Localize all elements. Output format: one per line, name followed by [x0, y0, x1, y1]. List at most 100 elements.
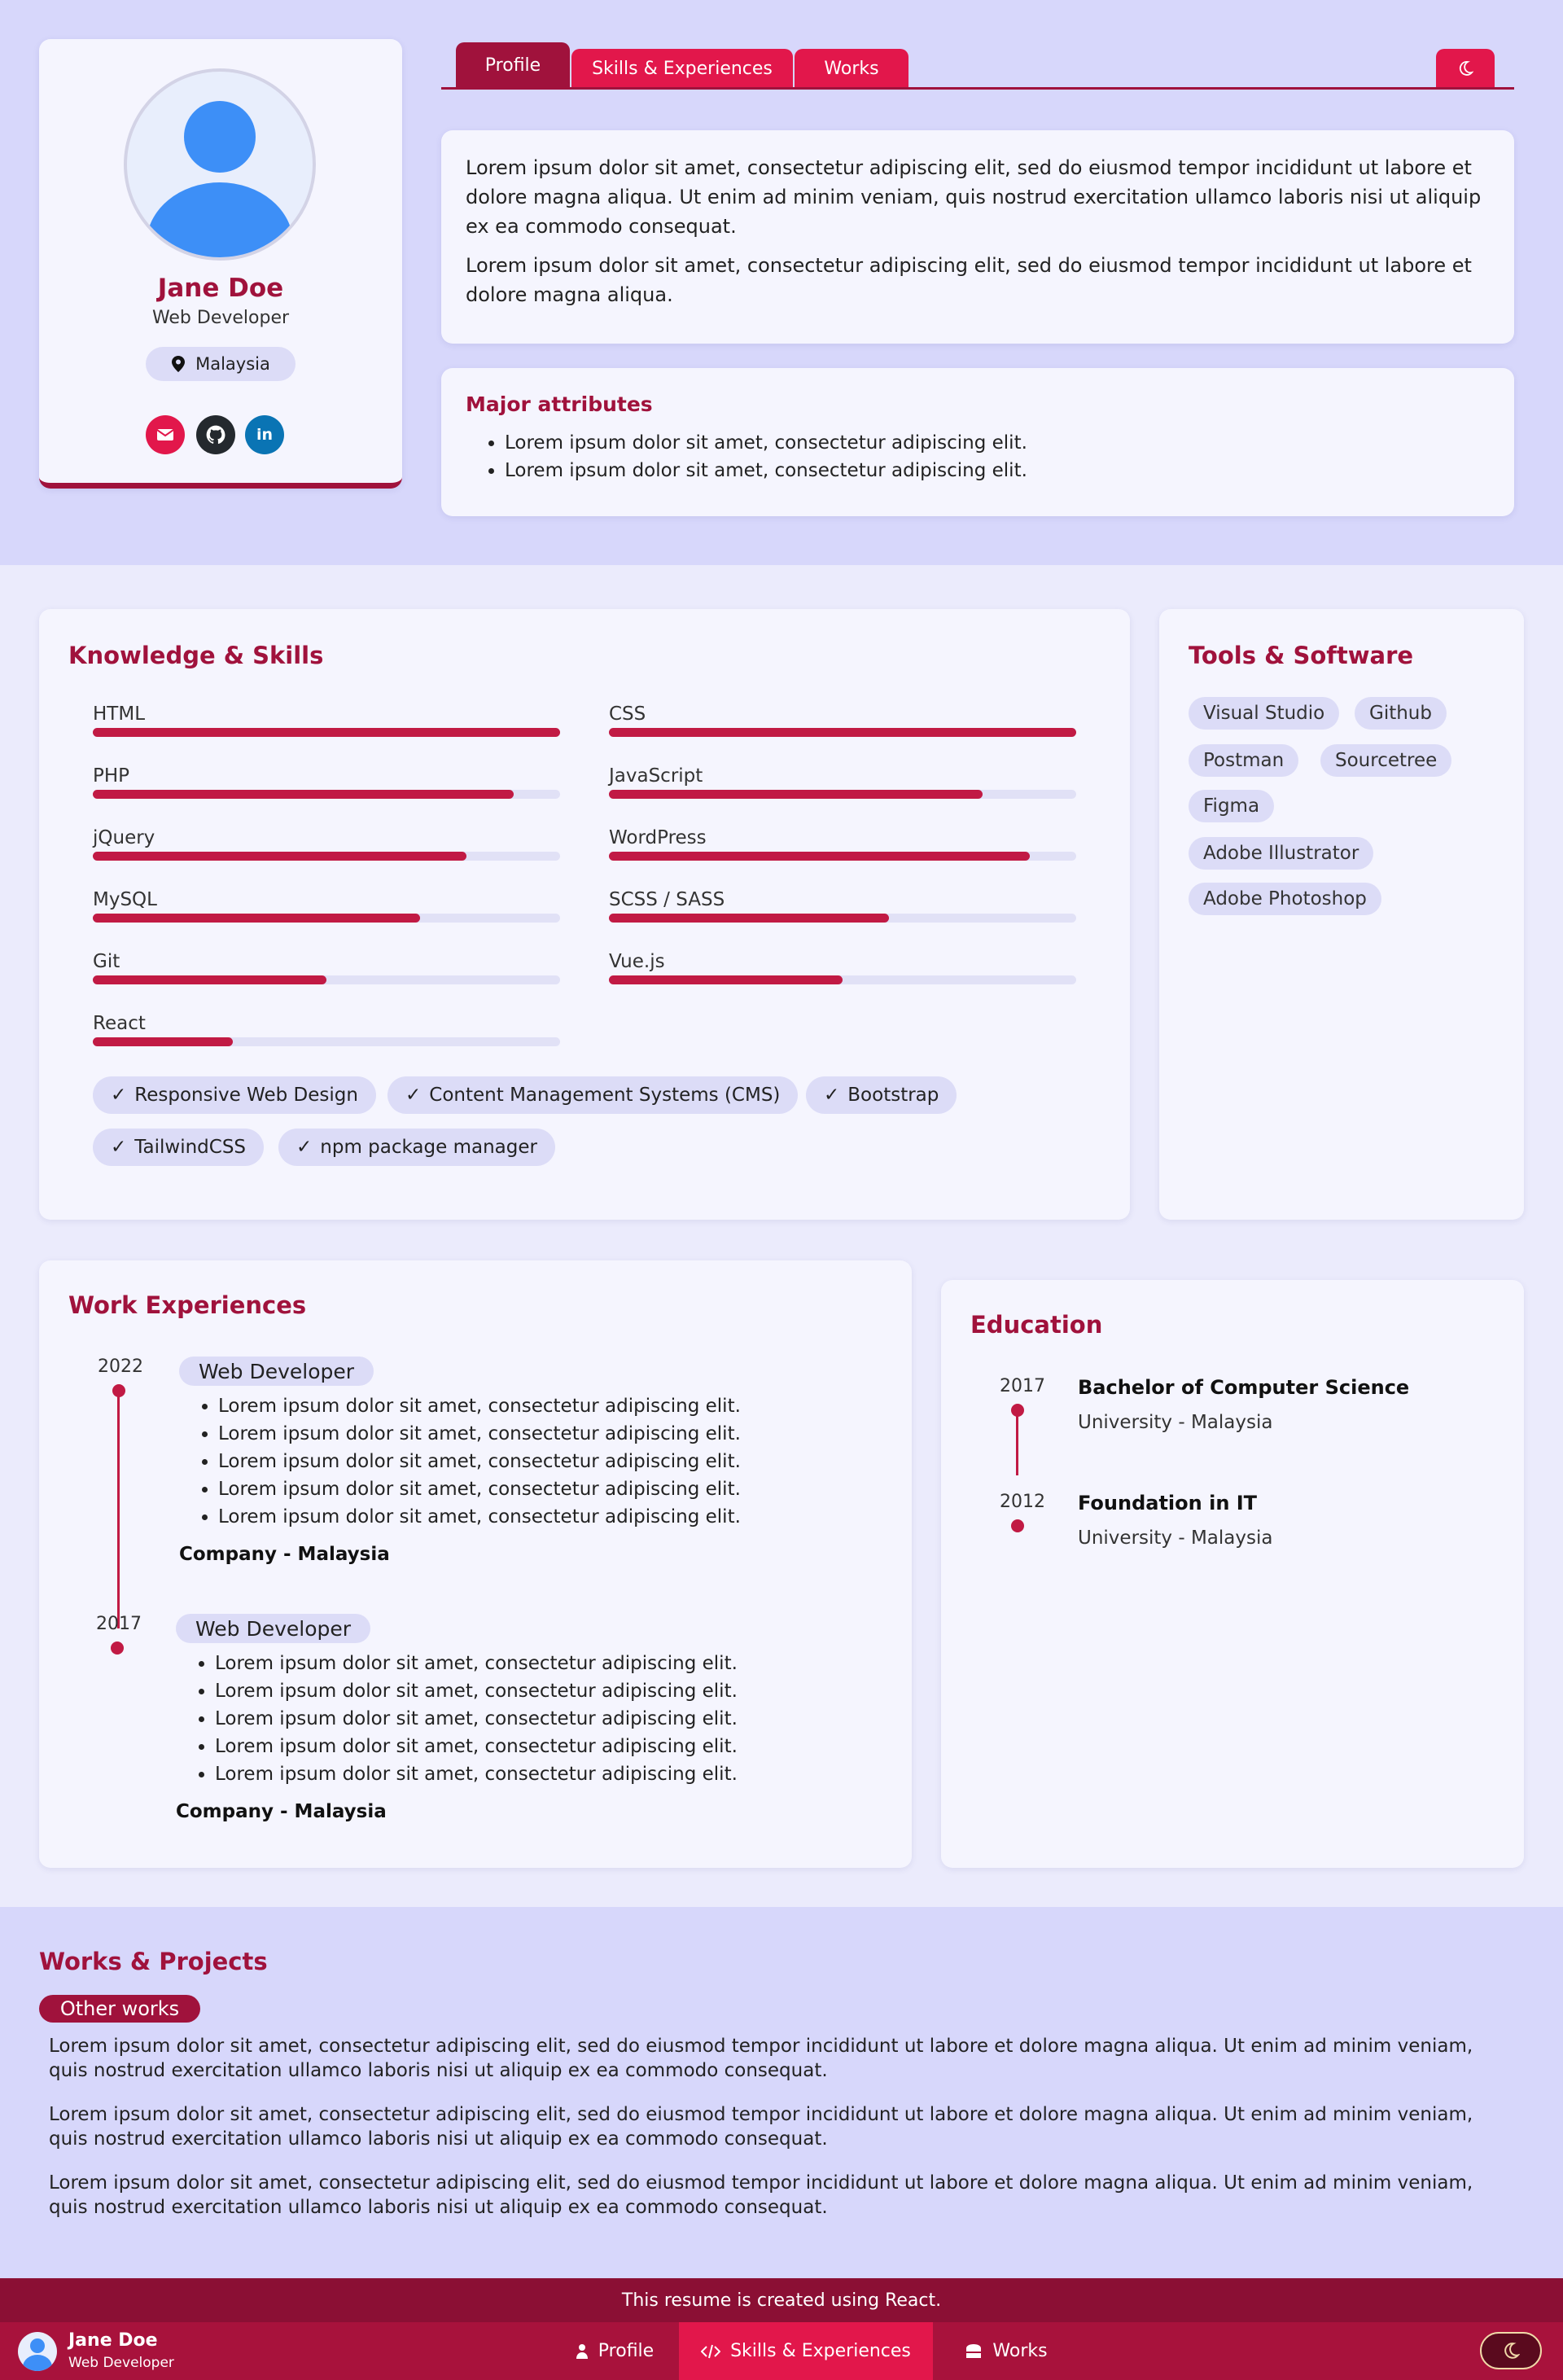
tabs-divider: [441, 87, 1514, 90]
tool-tag: Postman: [1189, 744, 1299, 777]
skill-track: [609, 852, 1076, 861]
tab-works[interactable]: Works: [795, 49, 908, 88]
linkedin-icon[interactable]: in: [245, 415, 284, 454]
skill-jquery: jQuery: [93, 827, 560, 861]
location-pin-icon: [172, 356, 186, 372]
github-icon[interactable]: [196, 415, 235, 454]
footer-role: Web Developer: [68, 2355, 174, 2371]
nav-label: Skills & Experiences: [730, 2341, 911, 2361]
tool-tag: Sourcetree: [1320, 744, 1452, 777]
profile-name: Jane Doe: [157, 274, 284, 303]
chip-label: Responsive Web Design: [134, 1085, 358, 1106]
works-paragraph: Lorem ipsum dolor sit amet, consectetur …: [49, 2036, 1473, 2081]
skill-fill: [609, 852, 1030, 861]
work-title: Work Experiences: [68, 1291, 307, 1319]
skill-chip: ✓ Responsive Web Design: [93, 1076, 376, 1114]
skill-wordpress: WordPress: [609, 827, 1076, 861]
job-title: Web Developer: [179, 1357, 374, 1386]
nav-label: Profile: [598, 2341, 655, 2361]
tab-profile[interactable]: Profile: [456, 42, 570, 88]
skill-fill: [609, 914, 890, 923]
job-year: 2017: [96, 1614, 142, 1634]
job-year: 2022: [98, 1357, 143, 1377]
profile-role: Web Developer: [151, 308, 290, 328]
cap-icon: [966, 2343, 982, 2358]
edu-year: 2012: [1000, 1492, 1045, 1512]
avatar-body: [23, 2355, 52, 2371]
skill-fill: [93, 728, 560, 737]
theme-toggle-button[interactable]: [1480, 2332, 1542, 2369]
nav-works[interactable]: Works: [933, 2322, 1079, 2380]
attributes-list: Lorem ipsum dolor sit amet, consectetur …: [466, 429, 1490, 484]
avatar-head: [184, 101, 256, 173]
list-item: Lorem ipsum dolor sit amet, consectetur …: [215, 1677, 738, 1705]
works-title: Works & Projects: [39, 1948, 268, 1975]
skills-card: Knowledge & Skills HTML CSS PHP JavaScri…: [39, 609, 1130, 1220]
profile-card: Jane Doe Web Developer Malaysia in: [39, 39, 402, 489]
skill-track: [93, 790, 560, 799]
skills-title: Knowledge & Skills: [68, 642, 324, 669]
skill-git: Git: [93, 951, 560, 984]
job-company: Company - Malaysia: [176, 1801, 387, 1822]
skill-fill: [93, 852, 467, 861]
nav-skills-experiences[interactable]: Skills & Experiences: [679, 2322, 933, 2380]
attributes-card: Major attributes Lorem ipsum dolor sit a…: [441, 368, 1514, 516]
avatar: [124, 68, 316, 261]
tool-tag: Visual Studio: [1189, 697, 1340, 730]
list-item: Lorem ipsum dolor sit amet, consectetur …: [215, 1650, 738, 1677]
check-icon: ✓: [405, 1085, 422, 1106]
skill-fill: [609, 975, 843, 984]
nav-label: Works: [992, 2341, 1048, 2361]
skill-chip: ✓ npm package manager: [278, 1129, 555, 1166]
theme-toggle-button[interactable]: [1436, 49, 1495, 88]
edu-year: 2017: [1000, 1376, 1045, 1396]
list-item: Lorem ipsum dolor sit amet, consectetur …: [218, 1475, 741, 1503]
moon-icon: [1459, 61, 1473, 76]
tool-tag: Github: [1355, 697, 1447, 730]
intro-paragraph: Lorem ipsum dolor sit amet, consectetur …: [466, 156, 1482, 238]
skill-name: JavaScript: [609, 765, 703, 787]
edu-degree: Foundation in IT: [1078, 1492, 1258, 1514]
skill-track: [93, 975, 560, 984]
intro-paragraph: Lorem ipsum dolor sit amet, consectetur …: [466, 254, 1472, 306]
list-item: Lorem ipsum dolor sit amet, consectetur …: [218, 1420, 741, 1448]
skill-name: PHP: [93, 765, 130, 787]
skill-css: CSS: [609, 703, 1076, 737]
list-item: Lorem ipsum dolor sit amet, consectetur …: [215, 1760, 738, 1788]
edu-school: University - Malaysia: [1078, 1412, 1273, 1433]
list-item: Lorem ipsum dolor sit amet, consectetur …: [505, 429, 1490, 457]
list-item: Lorem ipsum dolor sit amet, consectetur …: [218, 1503, 741, 1531]
skill-name: WordPress: [609, 827, 707, 848]
tools-title: Tools & Software: [1189, 642, 1414, 669]
skill-name: jQuery: [93, 827, 155, 848]
moon-icon: [1504, 2343, 1520, 2359]
email-icon[interactable]: [146, 415, 185, 454]
tool-tag: Figma: [1189, 790, 1275, 822]
chip-label: Bootstrap: [847, 1085, 939, 1106]
tab-skills-experiences[interactable]: Skills & Experiences: [571, 49, 793, 88]
check-icon: ✓: [111, 1137, 127, 1158]
skill-vuejs: Vue.js: [609, 951, 1076, 984]
tool-tag: Adobe Photoshop: [1189, 883, 1381, 915]
skill-name: CSS: [609, 703, 646, 725]
chip-label: TailwindCSS: [134, 1137, 247, 1158]
edu-degree: Bachelor of Computer Science: [1078, 1376, 1410, 1399]
skill-react: React: [93, 1013, 560, 1046]
list-item: Lorem ipsum dolor sit amet, consectetur …: [218, 1448, 741, 1475]
skill-html: HTML: [93, 703, 560, 737]
footer-name: Jane Doe: [68, 2330, 158, 2351]
list-item: Lorem ipsum dolor sit amet, consectetur …: [218, 1392, 741, 1420]
skill-chip: ✓ Content Management Systems (CMS): [387, 1076, 799, 1114]
avatar-body: [147, 182, 293, 257]
person-icon: [576, 2343, 588, 2359]
avatar: [18, 2332, 57, 2371]
skill-track: [93, 728, 560, 737]
skill-track: [93, 1037, 560, 1046]
skill-fill: [93, 790, 514, 799]
intro-card: Lorem ipsum dolor sit amet, consectetur …: [441, 130, 1514, 344]
education-card: Education 2017 Bachelor of Computer Scie…: [941, 1280, 1524, 1868]
list-item: Lorem ipsum dolor sit amet, consectetur …: [215, 1705, 738, 1733]
chip-label: npm package manager: [320, 1137, 537, 1158]
check-icon: ✓: [824, 1085, 840, 1106]
nav-profile[interactable]: Profile: [550, 2322, 679, 2380]
